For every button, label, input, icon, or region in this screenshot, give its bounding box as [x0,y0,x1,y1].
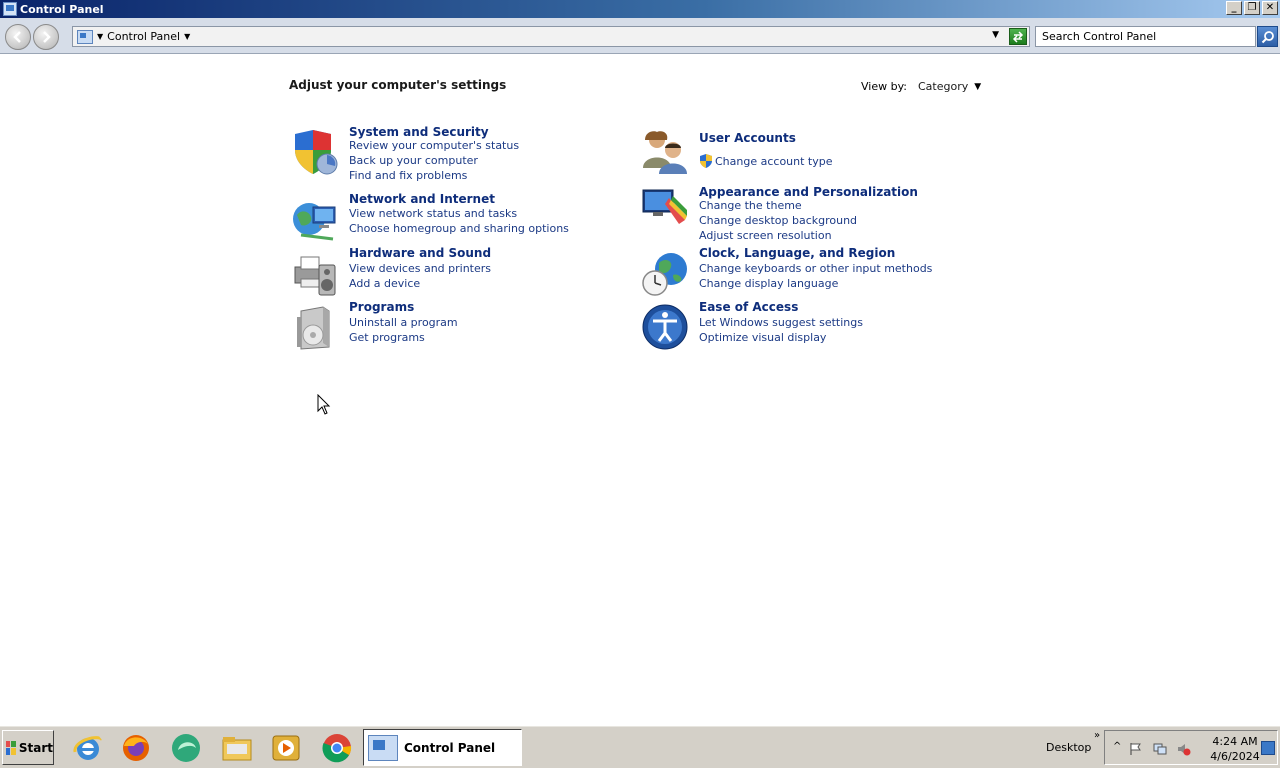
category-title[interactable]: Ease of Access [699,300,798,314]
chevron-down-icon[interactable]: ▼ [974,82,981,92]
change-account-type-label: Change account type [715,155,833,168]
category-link[interactable]: Find and fix problems [349,169,467,182]
back-arrow-icon [13,31,21,43]
title-bar: Control Panel _ ❐ ✕ [0,0,1280,18]
file-explorer-icon[interactable] [221,732,253,764]
search-input[interactable]: Search Control Panel [1035,26,1256,47]
category-link[interactable]: Change keyboards or other input methods [699,262,932,275]
category-link[interactable]: Choose homegroup and sharing options [349,222,569,235]
window-controls: _ ❐ ✕ [1226,1,1278,15]
category-title[interactable]: Clock, Language, and Region [699,246,895,260]
category-appearance: Appearance and Personalization Change th… [641,182,941,242]
shield-icon [295,130,338,175]
firefox-icon[interactable] [120,732,152,764]
category-ease-of-access: Ease of Access Let Windows suggest setti… [641,300,941,353]
category-programs: Programs Uninstall a program Get program… [291,300,591,353]
close-button[interactable]: ✕ [1262,1,1278,15]
view-by-dropdown[interactable]: Category [918,80,968,93]
programs-box-icon [297,306,330,350]
view-by-label: View by: [861,80,907,93]
category-link[interactable]: View network status and tasks [349,207,517,220]
category-link[interactable]: Review your computer's status [349,139,519,152]
system-tray: ^ 4:24 AM 4/6/2024 [1104,730,1278,765]
volume-muted-icon[interactable] [1177,742,1191,756]
category-link[interactable]: View devices and printers [349,262,491,275]
back-button[interactable] [5,24,31,50]
category-link[interactable]: Change desktop background [699,214,857,227]
category-user-accounts: User Accounts Change account type [641,128,941,178]
main-content: Adjust your computer's settings View by:… [0,55,1280,725]
chevron-down-icon[interactable]: ▼ [97,32,103,41]
uac-shield-icon [700,154,712,168]
category-title[interactable]: User Accounts [699,131,796,145]
address-field[interactable]: ▼ Control Panel ▼ ▼ [72,26,1030,47]
network-icon[interactable] [1153,742,1167,756]
category-system-security: System and Security Review your computer… [291,125,591,188]
taskbar-control-panel-button[interactable]: Control Panel [363,729,522,766]
user-accounts-icon [643,131,687,174]
category-title[interactable]: System and Security [349,125,489,139]
restore-button[interactable]: ❐ [1244,1,1260,15]
minimize-button[interactable]: _ [1226,1,1242,15]
category-link[interactable]: Back up your computer [349,154,478,167]
category-link[interactable]: Uninstall a program [349,316,458,329]
forward-arrow-icon [43,31,51,43]
category-link[interactable]: Adjust screen resolution [699,229,832,242]
desktop-toolbar-label[interactable]: Desktop [1046,741,1091,754]
category-title[interactable]: Hardware and Sound [349,246,491,260]
start-button[interactable]: Start [2,730,54,765]
control-panel-small-icon [77,29,93,44]
category-title[interactable]: Programs [349,300,414,314]
view-by: View by: Category ▼ [861,80,981,93]
media-player-icon[interactable] [271,732,303,764]
taskbar: Start Control Panel Desktop » ^ 4:24 AM … [0,725,1280,768]
chevron-right-icon[interactable]: » [1094,730,1100,741]
category-link[interactable]: Change the theme [699,199,802,212]
window-title: Control Panel [20,2,104,16]
task-label: Control Panel [404,740,496,755]
page-title: Adjust your computer's settings [289,78,507,92]
breadcrumb[interactable]: Control Panel [107,30,180,43]
forward-button[interactable] [33,24,59,50]
start-label: Start [18,740,53,755]
internet-explorer-icon[interactable] [72,732,104,764]
breadcrumb-chevron-icon[interactable]: ▼ [184,32,190,41]
control-panel-icon [368,734,398,761]
show-desktop-icon[interactable] [1261,741,1275,755]
category-network-internet: Network and Internet View network status… [291,192,591,245]
address-dropdown-icon[interactable]: ▼ [992,30,999,40]
category-link[interactable]: Add a device [349,277,420,290]
mouse-cursor-icon [317,394,331,415]
search-button[interactable] [1257,26,1278,47]
ease-of-access-icon [642,304,688,350]
network-globe-icon [293,203,336,241]
windows-logo-icon [6,740,16,755]
refresh-icon [1012,30,1024,43]
clock-globe-icon [642,253,687,296]
category-title[interactable]: Network and Internet [349,192,495,206]
search-icon [1261,30,1274,43]
category-link[interactable]: Change display language [699,277,838,290]
category-hardware-sound: Hardware and Sound View devices and prin… [291,246,591,299]
chrome-icon[interactable] [321,732,353,764]
show-hidden-icons-icon[interactable]: ^ [1113,741,1121,752]
category-link[interactable]: Change account type [699,154,833,168]
category-link[interactable]: Get programs [349,331,425,344]
category-clock-language-region: Clock, Language, and Region Change keybo… [641,246,941,299]
refresh-button[interactable] [1009,28,1027,45]
printer-icon [294,256,336,296]
address-bar: ▼ Control Panel ▼ ▼ Search Control Panel [0,18,1280,54]
category-title[interactable]: Appearance and Personalization [699,185,918,199]
category-link[interactable]: Optimize visual display [699,331,826,344]
category-link[interactable]: Let Windows suggest settings [699,316,863,329]
green-app-icon[interactable] [170,732,202,764]
control-panel-icon [3,2,17,16]
appearance-monitor-icon [642,189,687,224]
clock[interactable]: 4:24 AM 4/6/2024 [1209,734,1261,764]
action-center-flag-icon[interactable] [1129,742,1143,756]
clock-time: 4:24 AM [1212,735,1258,748]
clock-date: 4/6/2024 [1210,750,1260,763]
